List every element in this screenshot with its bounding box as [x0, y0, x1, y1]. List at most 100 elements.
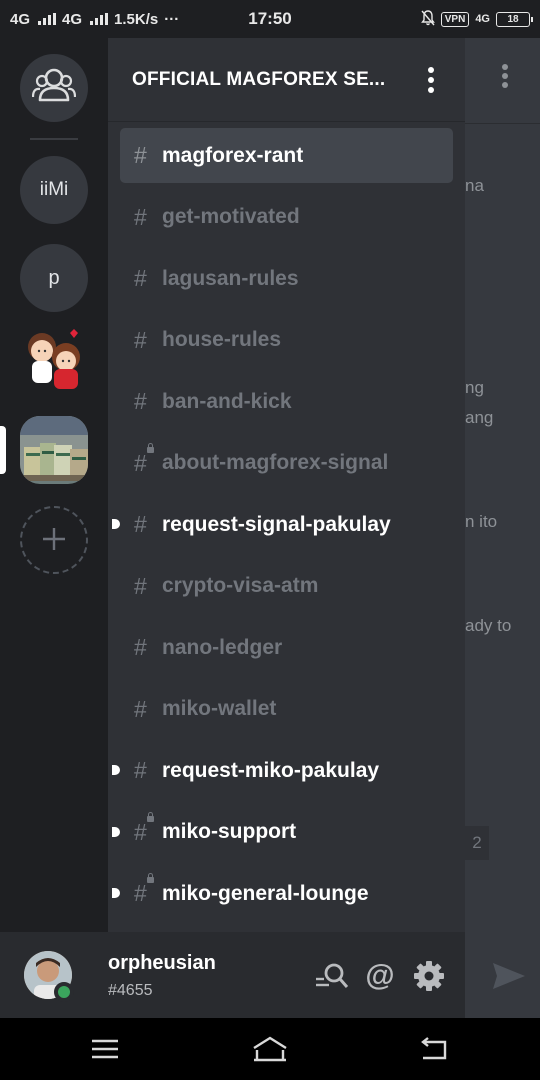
channel-house-rules[interactable]: # house-rules — [120, 313, 453, 368]
server-label: iiMi — [39, 179, 69, 200]
status-bar-left: 4G 4G 1.5K/s ··· — [10, 11, 179, 28]
locked-hash-icon: # — [134, 442, 158, 477]
server-p[interactable]: p — [20, 244, 88, 312]
lock-icon — [147, 811, 154, 822]
locked-hash-icon: # — [134, 811, 158, 846]
channel-miko-support[interactable]: # miko-support — [112, 805, 453, 860]
unread-indicator — [112, 765, 120, 775]
channel-name: miko-support — [162, 820, 297, 843]
channel-request-miko-pakulay[interactable]: # request-miko-pakulay — [112, 743, 453, 798]
chat-count-badge: 2 — [465, 826, 489, 860]
server-label: p — [48, 266, 60, 289]
unread-indicator — [112, 826, 120, 837]
selected-server-indicator — [0, 426, 6, 474]
back-icon[interactable] — [416, 1032, 452, 1066]
money-stacks-icon — [20, 416, 88, 484]
channel-get-motivated[interactable]: # get-motivated — [120, 190, 453, 245]
status-bar-right: VPN 4G 18 — [420, 9, 533, 29]
channel-request-signal-pakulay[interactable]: # request-signal-pakulay — [112, 497, 453, 552]
people-icon — [31, 66, 77, 110]
channel-name: get-motivated — [162, 205, 300, 228]
chat-text-fragment: n ito — [465, 512, 498, 531]
channel-name: miko-wallet — [162, 697, 277, 720]
channel-name: nano-ledger — [162, 635, 283, 659]
unread-indicator — [112, 519, 120, 529]
network-type-2: 4G — [62, 10, 83, 28]
unread-indicator — [112, 888, 120, 898]
send-icon[interactable] — [492, 962, 526, 995]
channel-list: # magforex-rant # get-motivated # lagusa… — [108, 128, 465, 928]
channel-name: request-signal-pakulay — [162, 512, 391, 536]
battery-icon: 18 — [496, 11, 533, 27]
signal-icon — [90, 13, 109, 25]
chat-text-fragment: ng — [465, 378, 484, 397]
system-navigation-bar — [0, 1018, 540, 1080]
signal-icon — [38, 13, 57, 25]
network-speed: 1.5K/s — [114, 10, 159, 28]
hash-icon: # — [134, 326, 147, 353]
background-chat: na ng ang n ito ady to 2 — [465, 38, 540, 932]
lock-icon — [147, 442, 154, 453]
hash-icon: # — [134, 572, 147, 599]
chat-text-fragment: ang — [465, 408, 494, 427]
settings-gear-icon[interactable] — [411, 958, 447, 994]
mute-bell-icon — [420, 9, 435, 29]
channel-crypto-visa-atm[interactable]: # crypto-visa-atm — [120, 559, 453, 614]
hash-icon: # — [134, 634, 147, 660]
add-server-button[interactable] — [20, 506, 88, 574]
channel-about-magforex-signal[interactable]: # about-magforex-signal — [120, 436, 453, 491]
lock-icon — [147, 873, 154, 883]
home-icon[interactable] — [252, 1032, 288, 1066]
channel-panel: OFFICIAL MAGFOREX SE... # magforex-rant … — [108, 38, 465, 932]
user-panel: orpheusian #4655 @ — [0, 932, 465, 1018]
channel-miko-wallet[interactable]: # miko-wallet — [120, 682, 453, 737]
hash-icon: # — [134, 511, 147, 537]
mentions-icon[interactable]: @ — [362, 958, 398, 994]
chat-text-fragment: na — [465, 176, 484, 195]
network-type-1: 4G — [10, 10, 31, 28]
rail-divider — [30, 138, 78, 140]
hash-icon: # — [134, 265, 147, 291]
user-discriminator: #4655 — [108, 982, 153, 999]
locked-hash-icon: # — [134, 873, 158, 907]
channel-miko-general-lounge[interactable]: # miko-general-lounge — [112, 866, 453, 921]
server-iimi[interactable]: iiMi — [20, 156, 88, 224]
hash-icon: # — [134, 695, 147, 722]
hash-icon: # — [134, 142, 147, 168]
channel-lagusan-rules[interactable]: # lagusan-rules — [120, 251, 453, 306]
channel-name: crypto-visa-atm — [162, 574, 319, 597]
menu-icon[interactable] — [87, 1032, 123, 1066]
search-icon[interactable] — [314, 958, 350, 994]
more-notifications-icon: ··· — [164, 10, 180, 28]
status-bar: 4G 4G 1.5K/s ··· 17:50 VPN 4G 18 — [0, 0, 540, 38]
channel-nano-ledger[interactable]: # nano-ledger — [120, 620, 453, 675]
server-couple-sticker[interactable] — [20, 327, 88, 401]
mention-symbol: @ — [365, 959, 395, 992]
vpn-badge: VPN — [440, 11, 470, 27]
username[interactable]: orpheusian — [108, 952, 216, 975]
message-input-area — [465, 932, 540, 1018]
server-rail: iiMi p — [0, 38, 108, 932]
channel-name: magforex-rant — [162, 143, 304, 167]
channel-name: house-rules — [162, 328, 282, 351]
server-options-icon[interactable] — [421, 65, 441, 95]
server-magforex[interactable] — [20, 416, 88, 484]
battery-level: 18 — [507, 13, 519, 25]
hash-icon: # — [134, 757, 147, 783]
channel-name: about-magforex-signal — [162, 451, 389, 474]
chat-text-fragment: ady to — [465, 616, 512, 635]
channel-magforex-rant[interactable]: # magforex-rant — [120, 128, 453, 183]
direct-messages-button[interactable] — [20, 54, 88, 122]
online-status-indicator — [54, 982, 74, 1002]
channel-name: ban-and-kick — [162, 389, 292, 413]
channel-name: request-miko-pakulay — [162, 758, 380, 782]
channel-ban-and-kick[interactable]: # ban-and-kick — [120, 374, 453, 429]
hash-icon: # — [134, 388, 147, 414]
couple-sticker-icon — [20, 327, 88, 401]
server-header[interactable]: OFFICIAL MAGFOREX SE... — [108, 38, 465, 122]
server-name[interactable]: OFFICIAL MAGFOREX SE... — [132, 69, 385, 91]
chat-options-icon[interactable] — [502, 64, 508, 91]
hash-icon: # — [134, 203, 147, 230]
channel-name: miko-general-lounge — [162, 881, 369, 905]
plus-icon — [41, 519, 67, 561]
